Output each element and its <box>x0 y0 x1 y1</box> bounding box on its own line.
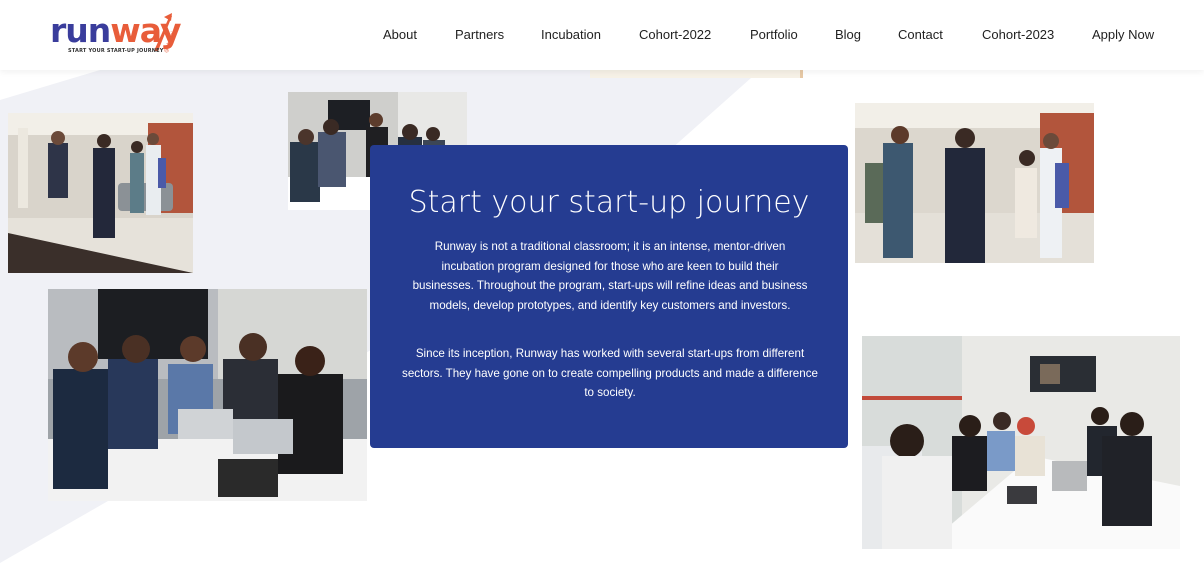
photo-laptop-team <box>48 289 367 501</box>
hero-card: Start your start-up journey Runway is no… <box>370 145 848 448</box>
photo-conference-room <box>862 336 1180 549</box>
logo-tagline: START YOUR START-UP JOURNEY <box>68 48 164 54</box>
nav-incubation[interactable]: Incubation <box>541 26 601 44</box>
photo-lobby-discussion-right <box>855 103 1094 263</box>
nav-about[interactable]: About <box>383 26 417 44</box>
runway-logo[interactable]: runway @ahduni START YOUR START-UP JOURN… <box>50 11 182 59</box>
hero-title: Start your start-up journey <box>408 185 810 220</box>
hero-paragraph-1: Runway is not a traditional classroom; i… <box>412 240 808 312</box>
nav-contact[interactable]: Contact <box>898 26 943 44</box>
nav-cohort-2023[interactable]: Cohort-2023 <box>982 26 1054 44</box>
photo-lobby-discussion-left <box>8 113 193 273</box>
hero-paragraph-2: Since its inception, Runway has worked w… <box>402 347 818 399</box>
nav-apply-now[interactable]: Apply Now <box>1092 26 1154 44</box>
nav-portfolio[interactable]: Portfolio <box>750 26 798 44</box>
site-header: runway @ahduni START YOUR START-UP JOURN… <box>0 0 1204 70</box>
nav-blog[interactable]: Blog <box>835 26 861 44</box>
nav-cohort-2022[interactable]: Cohort-2022 <box>639 26 711 44</box>
top-photo-edge <box>590 70 803 78</box>
nav-partners[interactable]: Partners <box>455 26 504 44</box>
svg-text:@ahduni: @ahduni <box>163 31 174 54</box>
